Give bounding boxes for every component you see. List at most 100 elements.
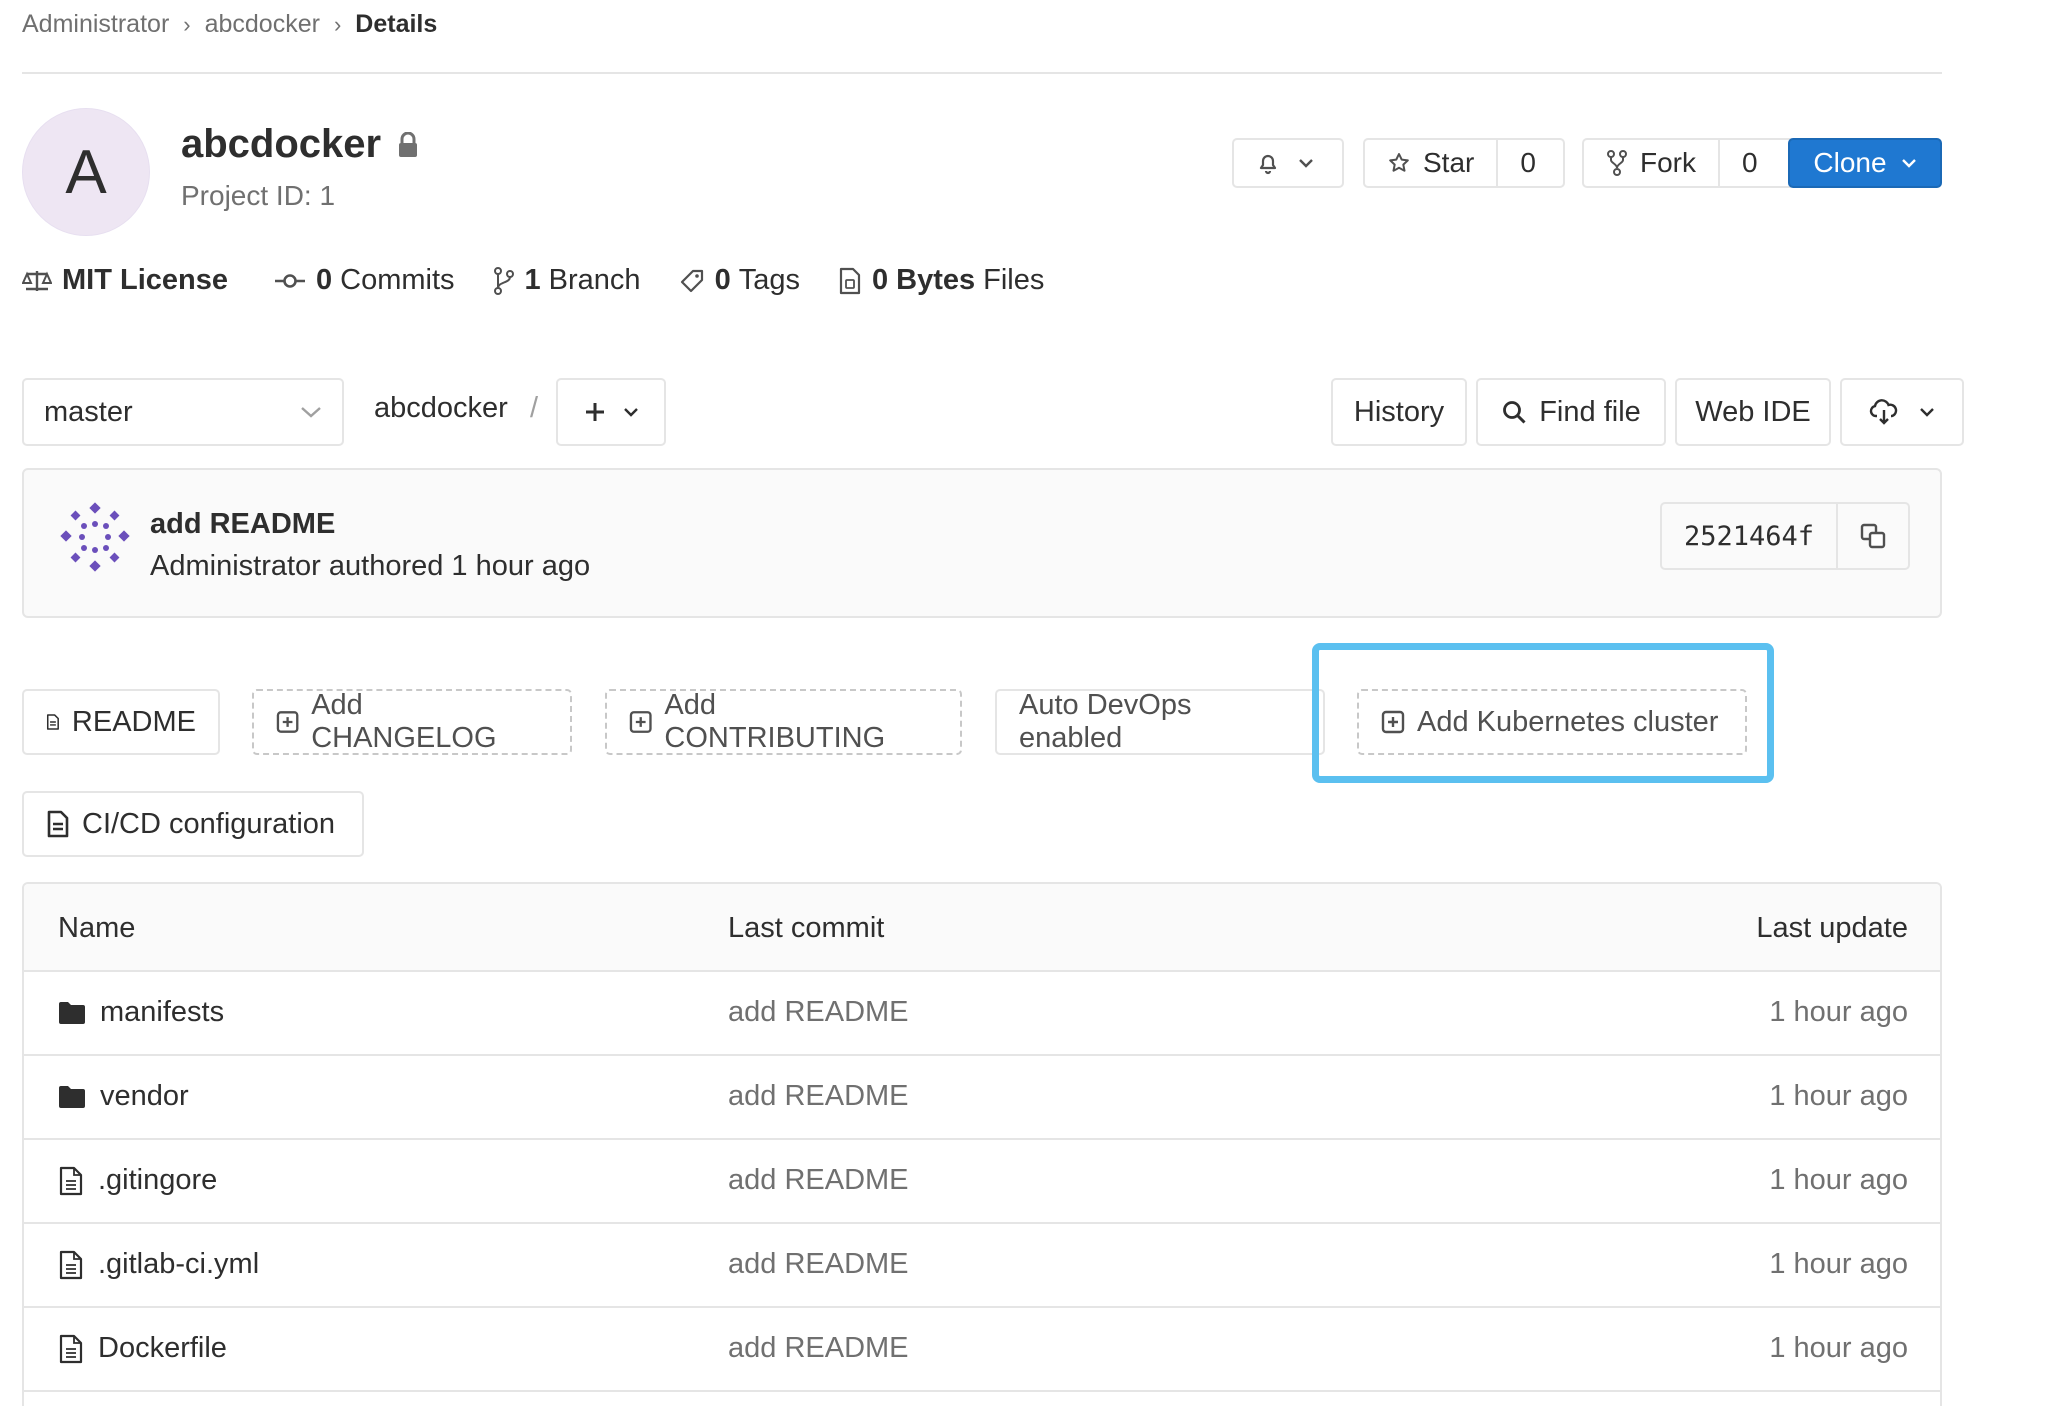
divider — [22, 72, 1942, 74]
folder-icon — [59, 1085, 85, 1108]
row-name[interactable]: .gitingore — [98, 1164, 217, 1197]
highlight-box — [1312, 643, 1774, 783]
header-name: Name — [58, 912, 136, 944]
chevron-right-icon: › — [183, 11, 191, 37]
license-label: MIT License — [62, 264, 228, 296]
history-label: History — [1353, 395, 1445, 428]
breadcrumb-item-administrator[interactable]: Administrator — [22, 10, 169, 39]
commits-label: Commits — [340, 264, 455, 296]
branch-icon — [493, 266, 514, 295]
row-last-update: 1 hour ago — [1769, 996, 1908, 1028]
file-text-icon — [59, 1166, 83, 1195]
repo-path-link[interactable]: abcdocker — [374, 392, 508, 425]
cicd-configuration-label: CI/CD configuration — [82, 807, 336, 840]
table-row[interactable]: Dockerfile add README 1 hour ago — [24, 1308, 1940, 1392]
file-text-icon — [59, 1334, 83, 1363]
breadcrumb-item-project[interactable]: abcdocker — [205, 10, 320, 39]
table-row[interactable]: .gitingore add README 1 hour ago — [24, 1140, 1940, 1224]
add-new-dropdown[interactable] — [556, 378, 666, 446]
last-commit-panel: add README Administrator authored 1 hour… — [22, 468, 1942, 618]
tags-link[interactable]: 0 Tags — [679, 264, 800, 297]
fork-count[interactable]: 0 — [1718, 140, 1780, 186]
cloud-download-icon — [1869, 399, 1898, 425]
row-name[interactable]: .gitlab-ci.yml — [98, 1248, 259, 1281]
find-file-label: Find file — [1539, 395, 1641, 428]
plus-square-icon — [276, 711, 299, 733]
commits-link[interactable]: 0 Commits — [274, 264, 455, 297]
tags-label: Tags — [738, 264, 800, 296]
star-label: Star — [1423, 147, 1475, 178]
row-last-commit[interactable]: add README — [728, 1248, 909, 1281]
project-name: abcdocker — [181, 122, 382, 166]
row-last-commit[interactable]: add README — [728, 1164, 909, 1197]
files-link[interactable]: 0 Bytes Files — [838, 264, 1044, 297]
scale-icon — [22, 270, 52, 291]
bell-icon — [1259, 154, 1277, 175]
row-last-update: 1 hour ago — [1769, 1248, 1908, 1280]
chevron-down-icon — [301, 407, 321, 418]
avatar-letter: A — [65, 137, 107, 207]
files-size: 0 Bytes — [871, 264, 976, 296]
find-file-button[interactable]: Find file — [1476, 378, 1666, 446]
add-contributing-button[interactable]: Add CONTRIBUTING — [605, 689, 962, 755]
breadcrumb: Administrator › abcdocker › Details — [22, 10, 437, 39]
license-link[interactable]: MIT License — [22, 264, 236, 297]
row-last-commit[interactable]: add README — [728, 1080, 909, 1113]
history-button[interactable]: History — [1331, 378, 1467, 446]
notification-dropdown[interactable] — [1232, 138, 1344, 188]
clone-button[interactable]: Clone — [1788, 138, 1942, 188]
branch-selector[interactable]: master — [22, 378, 344, 446]
fork-button[interactable]: Fork — [1584, 140, 1718, 186]
row-last-update: 1 hour ago — [1769, 1164, 1908, 1196]
row-last-update: 1 hour ago — [1769, 1332, 1908, 1364]
add-changelog-label: Add CHANGELOG — [311, 689, 497, 754]
copy-sha-button[interactable] — [1836, 504, 1908, 568]
row-name[interactable]: Dockerfile — [98, 1332, 227, 1365]
row-last-commit[interactable]: add README — [728, 996, 909, 1029]
auto-devops-button[interactable]: Auto DevOps enabled — [995, 689, 1325, 755]
row-last-commit[interactable]: add README — [728, 1332, 909, 1365]
fork-label: Fork — [1640, 147, 1696, 178]
file-text-icon — [59, 1250, 83, 1279]
branch-name: master — [44, 395, 133, 428]
lock-icon — [399, 131, 418, 157]
web-ide-button[interactable]: Web IDE — [1675, 378, 1831, 446]
fork-icon — [1607, 150, 1627, 176]
user-avatar-identicon — [60, 502, 130, 572]
commit-sha-group: 2521464f — [1660, 502, 1911, 570]
project-stats: MIT License 0 Commits 1 Branch 0 Tags 0 … — [22, 264, 1082, 297]
star-button-group: Star 0 — [1363, 138, 1565, 188]
table-row[interactable]: .gitlab-ci.yml add README 1 hour ago — [24, 1224, 1940, 1308]
star-icon — [1389, 153, 1409, 172]
branch-count: 1 — [524, 264, 541, 296]
branch-link[interactable]: 1 Branch — [493, 264, 641, 297]
chevron-right-icon: › — [333, 11, 342, 37]
table-header: Name Last commit Last update — [24, 884, 1940, 972]
row-name[interactable]: vendor — [100, 1080, 189, 1113]
row-last-update: 1 hour ago — [1769, 1080, 1908, 1112]
folder-icon — [59, 1001, 85, 1024]
add-changelog-button[interactable]: Add CHANGELOG — [252, 689, 572, 755]
commit-meta: Administrator authored 1 hour ago — [150, 550, 591, 582]
chevron-down-icon — [1920, 408, 1934, 417]
breadcrumb-current[interactable]: Details — [355, 10, 437, 39]
chevron-down-icon — [624, 408, 638, 417]
clone-label: Clone — [1813, 147, 1887, 178]
project-avatar: A — [22, 108, 150, 236]
chevron-down-icon — [1901, 159, 1916, 168]
download-dropdown[interactable] — [1840, 378, 1964, 446]
readme-button[interactable]: README — [22, 689, 220, 755]
table-row[interactable]: manifests add README 1 hour ago — [24, 972, 1940, 1056]
table-row[interactable]: vendor add README 1 hour ago — [24, 1056, 1940, 1140]
star-count[interactable]: 0 — [1496, 140, 1558, 186]
web-ide-label: Web IDE — [1695, 395, 1811, 428]
file-icon — [46, 714, 59, 730]
plus-icon — [586, 403, 604, 421]
commit-title[interactable]: add README — [150, 508, 335, 541]
commit-sha[interactable]: 2521464f — [1662, 504, 1836, 568]
row-name[interactable]: manifests — [100, 996, 224, 1029]
copy-icon — [1860, 523, 1886, 549]
file-size-icon — [839, 267, 861, 294]
star-button[interactable]: Star — [1365, 140, 1496, 186]
cicd-configuration-button[interactable]: CI/CD configuration — [22, 791, 364, 857]
